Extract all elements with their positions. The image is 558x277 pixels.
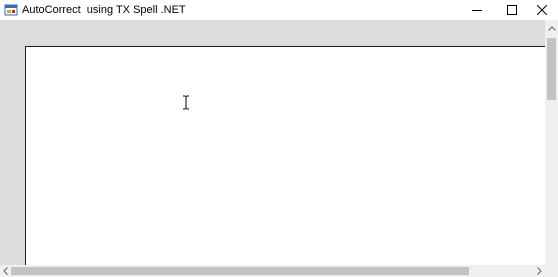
minimize-button[interactable]: [459, 0, 494, 20]
scroll-left-button[interactable]: [0, 265, 11, 277]
vertical-scroll-thumb[interactable]: [547, 38, 556, 100]
horizontal-scrollbar[interactable]: [0, 265, 545, 277]
client-area: [0, 20, 558, 277]
chevron-right-icon: [536, 267, 542, 275]
top-margin: [0, 20, 545, 46]
app-window: AutoCorrect using TX Spell .NET: [0, 0, 558, 277]
text-cursor-icon: [182, 95, 190, 110]
horizontal-scroll-thumb[interactable]: [11, 267, 469, 275]
scrollbar-corner: [545, 265, 558, 277]
application-icon[interactable]: [4, 3, 18, 17]
chevron-left-icon: [3, 267, 8, 275]
vertical-scrollbar[interactable]: [545, 20, 558, 265]
text-editor[interactable]: [25, 46, 545, 265]
left-margin: [0, 46, 26, 265]
close-icon: [537, 5, 547, 15]
title-bar[interactable]: AutoCorrect using TX Spell .NET: [0, 0, 558, 20]
scroll-up-button[interactable]: [545, 20, 558, 37]
chevron-up-icon: [547, 26, 556, 31]
maximize-icon: [506, 5, 517, 15]
window-title: AutoCorrect using TX Spell .NET: [22, 4, 186, 16]
scroll-right-button[interactable]: [533, 265, 545, 277]
close-button[interactable]: [526, 0, 558, 20]
maximize-button[interactable]: [494, 0, 529, 20]
minimize-icon: [471, 10, 482, 11]
